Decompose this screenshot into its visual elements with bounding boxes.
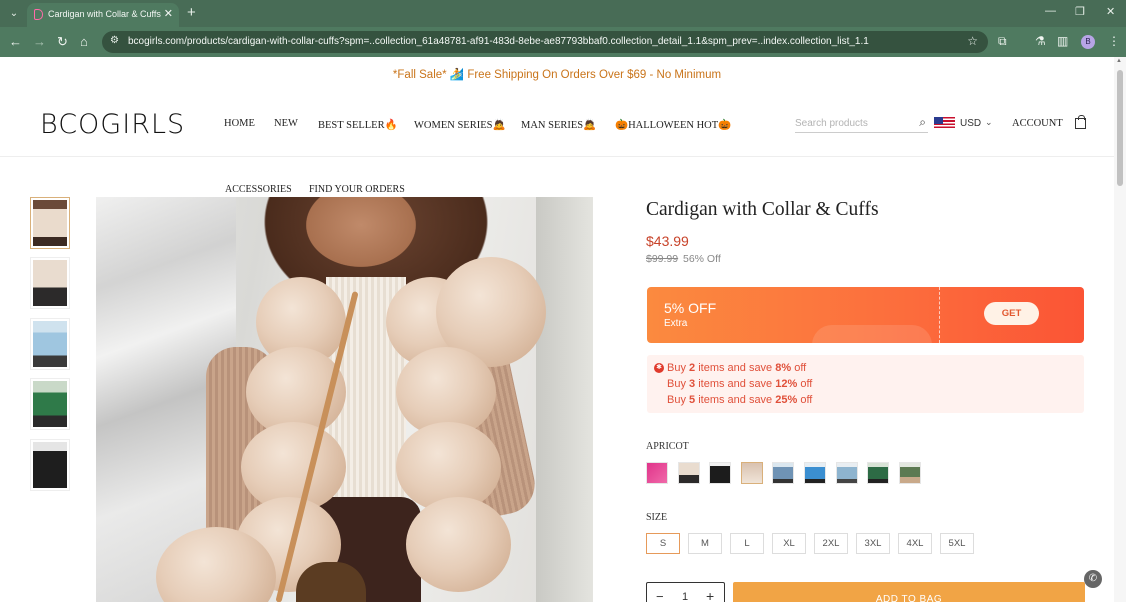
bookmark-star-icon[interactable]: ☆	[967, 34, 978, 48]
add-to-bag-button[interactable]: ADD TO BAG	[733, 582, 1085, 602]
size-option-s[interactable]: S	[646, 533, 680, 554]
size-option-3xl[interactable]: 3XL	[856, 533, 890, 554]
nav-halloween-hot[interactable]: 🎃HALLOWEEN HOT🎃	[615, 118, 731, 131]
product-title: Cardigan with Collar & Cuffs	[646, 199, 879, 220]
window-close-icon[interactable]: ✕	[1106, 5, 1115, 18]
tier-line: Buy 2 items and save 8% off	[667, 362, 807, 374]
site-logo[interactable]: BCOGIRLS	[40, 109, 185, 140]
scrollbar-thumb[interactable]	[1117, 70, 1123, 186]
product-price: $43.99	[646, 233, 689, 249]
tier-line: Buy 5 items and save 25% off	[667, 394, 813, 406]
product-main-image[interactable]	[96, 197, 593, 602]
model-face	[306, 197, 416, 267]
coupon-divider	[939, 287, 940, 343]
increase-quantity-button[interactable]: +	[706, 588, 714, 602]
address-bar[interactable]: ⚙ bcogirls.com/products/cardigan-with-co…	[102, 31, 988, 53]
browser-tab[interactable]: Cardigan with Collar & Cuffs ✕	[27, 3, 179, 27]
coupon-decoration	[812, 325, 932, 343]
currency-selector[interactable]: USD	[960, 118, 981, 129]
product-thumbnail[interactable]	[30, 318, 70, 370]
size-option-4xl[interactable]: 4XL	[898, 533, 932, 554]
extensions-icon[interactable]: ⧉	[998, 34, 1007, 49]
tab-close-icon[interactable]: ✕	[164, 7, 173, 20]
new-tab-icon[interactable]: +	[187, 4, 196, 21]
browser-toolbar: ← → ↻ ⌂ ⚙ bcogirls.com/products/cardigan…	[0, 27, 1126, 57]
nav-man-series[interactable]: MAN SERIES🙇	[521, 118, 596, 131]
product-thumbnail[interactable]	[30, 378, 70, 430]
color-swatch[interactable]	[646, 462, 668, 484]
get-coupon-button[interactable]: GET	[984, 302, 1039, 325]
coupon-subtitle: Extra	[664, 318, 688, 329]
search-box: ⌕	[795, 115, 928, 133]
product-thumbnail[interactable]	[30, 257, 70, 309]
nav-home[interactable]: HOME	[224, 118, 255, 129]
color-label: APRICOT	[646, 441, 689, 452]
size-option-l[interactable]: L	[730, 533, 764, 554]
color-swatch[interactable]	[836, 462, 858, 484]
size-option-5xl[interactable]: 5XL	[940, 533, 974, 554]
background-door	[536, 197, 593, 602]
chat-support-icon[interactable]: ✆	[1084, 570, 1102, 588]
browser-tab-bar: ⌄ Cardigan with Collar & Cuffs ✕ + — ❐ ✕	[0, 0, 1126, 27]
coupon-percent: 5% OFF	[664, 300, 717, 316]
us-flag-icon[interactable]	[934, 117, 955, 130]
discount-label: 56% Off	[683, 253, 721, 265]
announcement-bar[interactable]: *Fall Sale* 🏄 Free Shipping On Orders Ov…	[0, 67, 1114, 81]
color-swatch[interactable]	[709, 462, 731, 484]
search-icon[interactable]: ⌕	[919, 115, 926, 130]
tier-line: Buy 3 items and save 12% off	[667, 378, 813, 390]
decrease-quantity-button[interactable]: −	[656, 589, 664, 602]
reload-icon[interactable]: ↻	[57, 34, 68, 50]
nav-new[interactable]: NEW	[274, 118, 298, 129]
color-swatch[interactable]	[899, 462, 921, 484]
quantity-stepper: − 1 +	[646, 582, 725, 602]
restore-icon[interactable]: ❐	[1075, 5, 1085, 18]
product-thumbnail[interactable]	[30, 197, 70, 249]
forward-icon[interactable]: →	[33, 34, 46, 49]
color-swatch[interactable]	[867, 462, 889, 484]
url-text[interactable]: bcogirls.com/products/cardigan-with-coll…	[128, 36, 869, 47]
nav-accessories[interactable]: ACCESSORIES	[225, 184, 292, 195]
back-icon[interactable]: ←	[9, 34, 22, 49]
quantity-value[interactable]: 1	[682, 591, 688, 602]
shopping-bag-icon[interactable]	[1075, 115, 1086, 129]
color-swatch[interactable]	[772, 462, 794, 484]
nav-women-series[interactable]: WOMEN SERIES🙇	[414, 118, 506, 131]
size-label: SIZE	[646, 512, 668, 523]
account-link[interactable]: ACCOUNT	[1012, 118, 1063, 129]
chevron-down-icon[interactable]: ⌄	[985, 117, 993, 128]
nav-find-your-orders[interactable]: FIND YOUR ORDERS	[309, 184, 405, 195]
fur-tier	[406, 497, 511, 592]
search-input[interactable]	[795, 116, 905, 130]
color-swatch[interactable]	[741, 462, 763, 484]
color-swatch[interactable]	[804, 462, 826, 484]
original-price: $99.99	[646, 253, 679, 265]
site-favicon-icon	[34, 9, 43, 20]
header-divider	[0, 156, 1114, 157]
site-info-icon[interactable]: ⚙	[110, 35, 119, 46]
side-panel-icon[interactable]: ▥	[1057, 34, 1068, 48]
scroll-up-arrow-icon[interactable]: ▲	[1116, 58, 1122, 64]
size-option-xl[interactable]: XL	[772, 533, 806, 554]
product-thumbnail[interactable]	[30, 439, 70, 491]
home-icon[interactable]: ⌂	[80, 34, 88, 49]
discount-badge-icon: ✱	[654, 363, 664, 373]
tab-search-icon[interactable]: ⌄	[5, 5, 23, 23]
tiered-discount-box: ✱ Buy 2 items and save 8% off Buy 3 item…	[647, 355, 1084, 413]
profile-avatar[interactable]: B	[1081, 35, 1095, 49]
menu-kebab-icon[interactable]: ⋮	[1108, 34, 1120, 48]
web-page: *Fall Sale* 🏄 Free Shipping On Orders Ov…	[0, 57, 1114, 602]
nav-best-seller[interactable]: BEST SELLER🔥	[318, 118, 398, 131]
size-option-m[interactable]: M	[688, 533, 722, 554]
lab-icon[interactable]: ⚗	[1035, 34, 1046, 48]
minimize-icon[interactable]: —	[1045, 5, 1056, 17]
color-swatch[interactable]	[678, 462, 700, 484]
size-option-2xl[interactable]: 2XL	[814, 533, 848, 554]
tab-title: Cardigan with Collar & Cuffs	[48, 9, 161, 19]
coupon-banner: 5% OFF Extra GET	[647, 287, 1084, 343]
